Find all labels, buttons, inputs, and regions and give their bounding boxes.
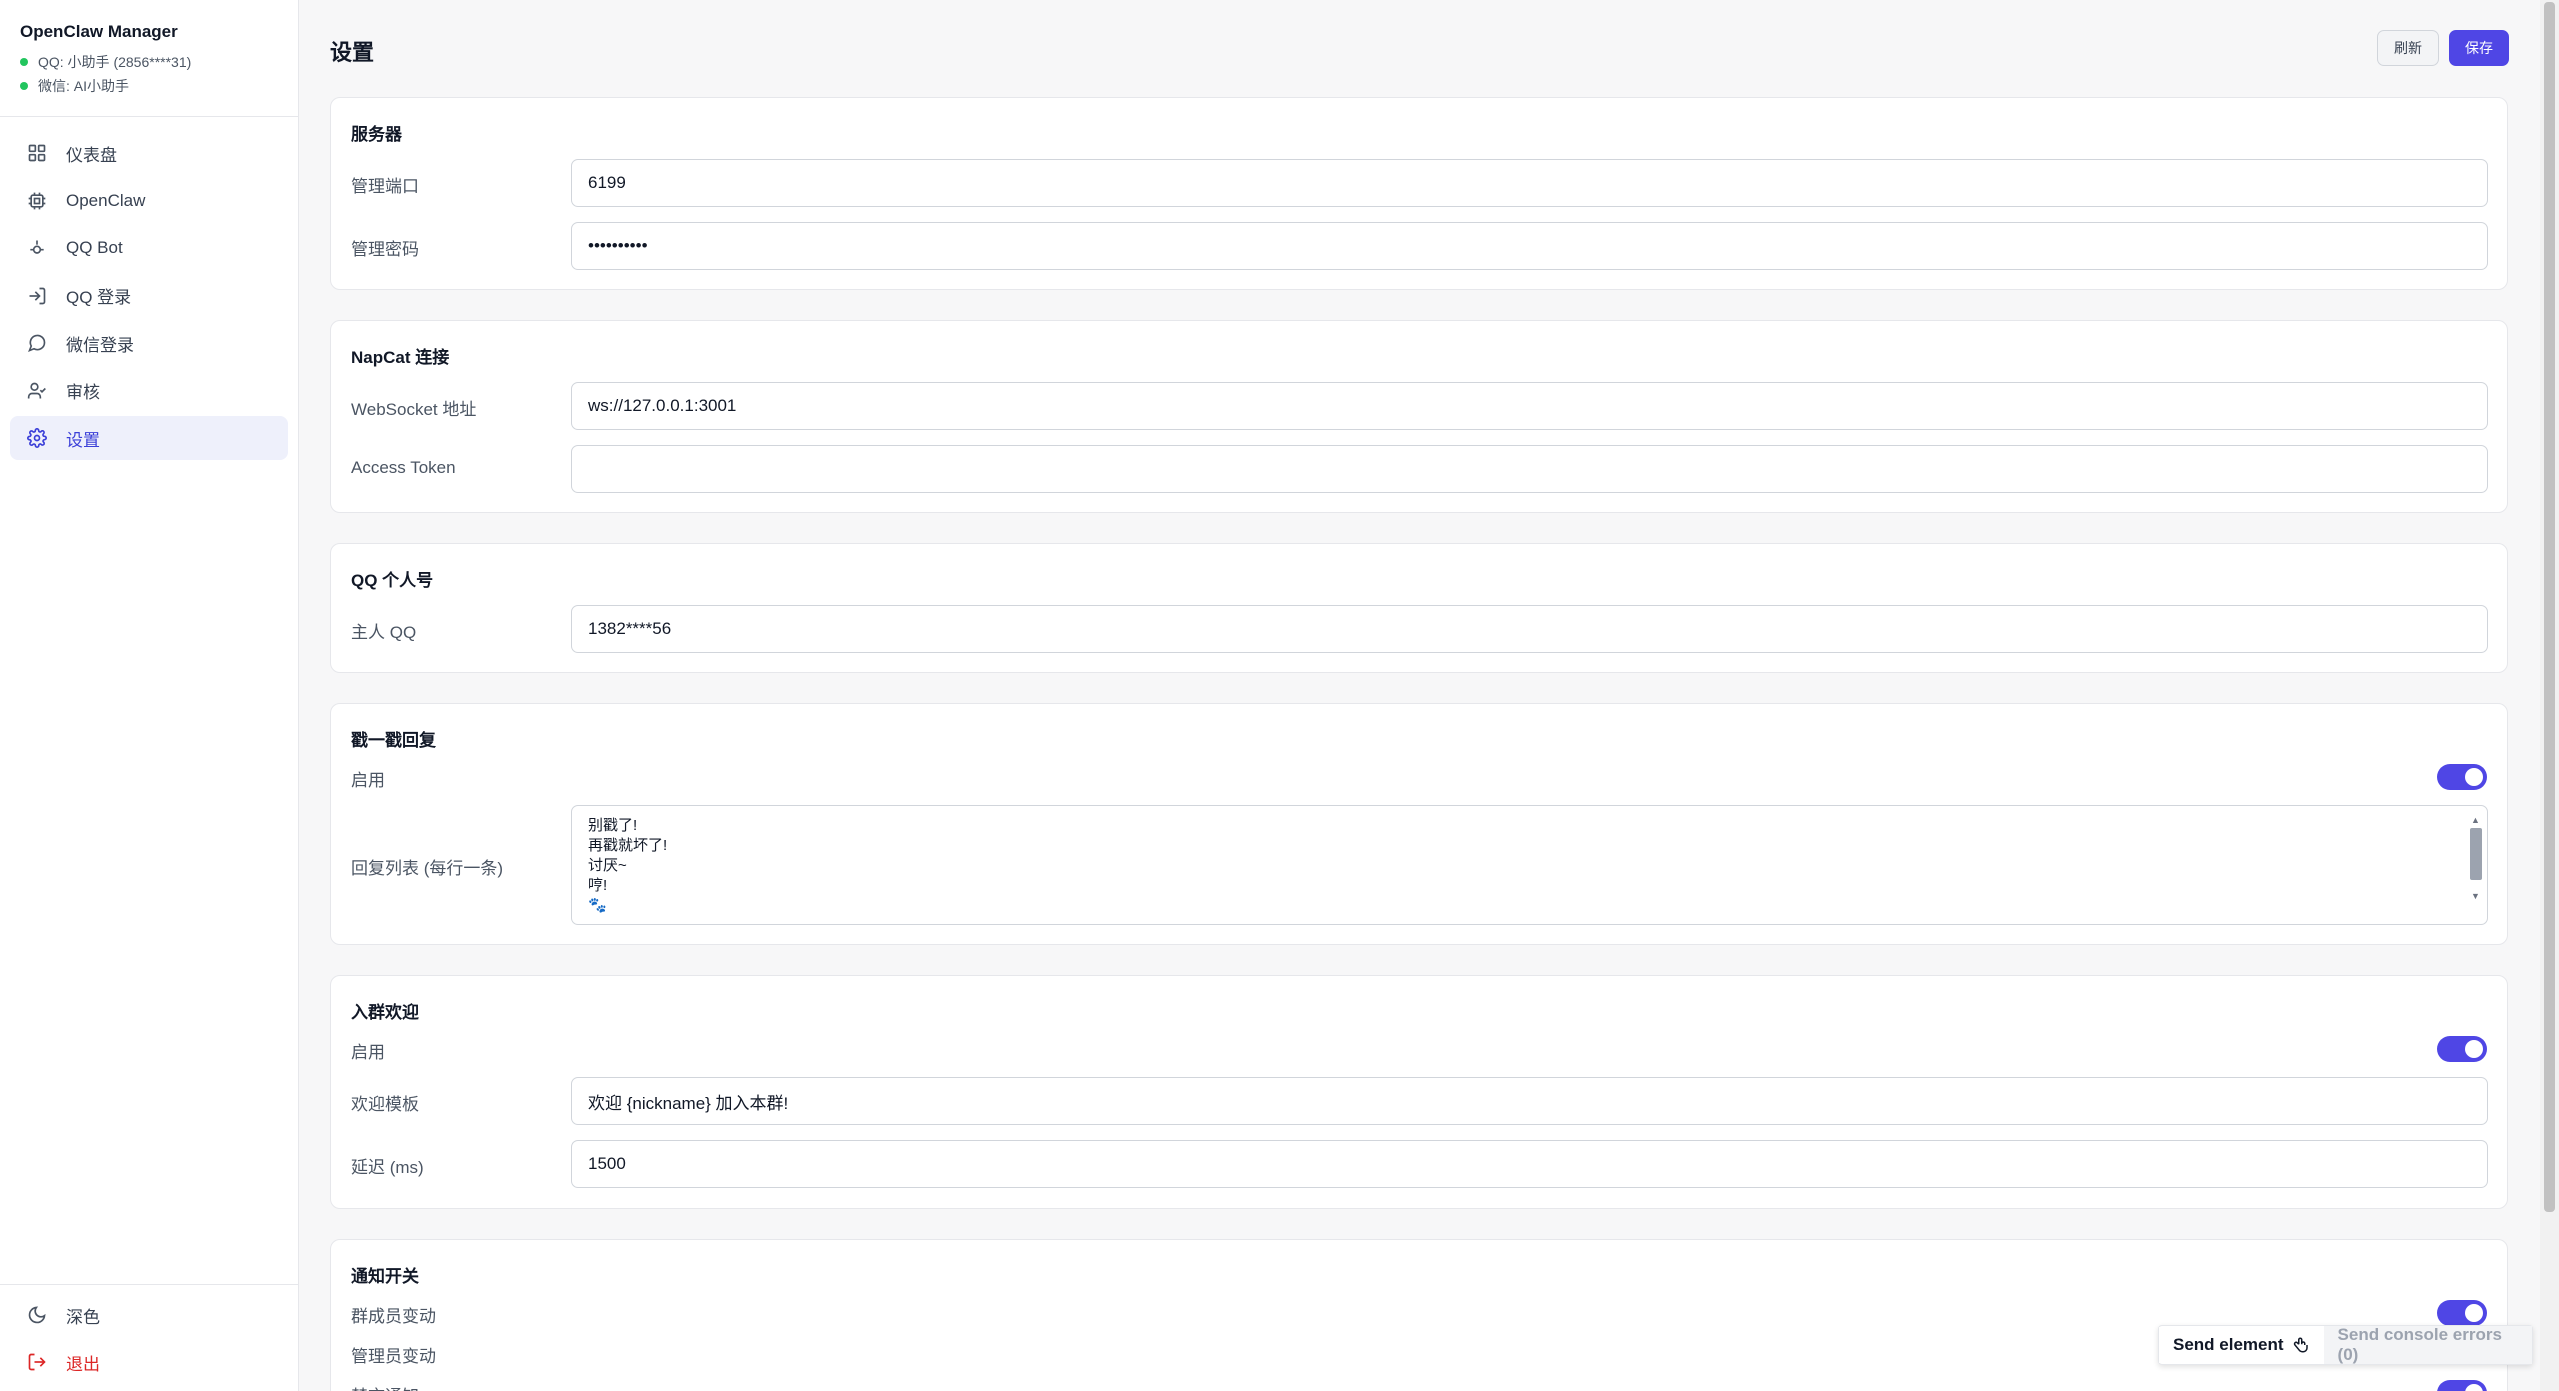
welcome-enable-toggle[interactable] xyxy=(2437,1036,2487,1062)
send-console-errors-button[interactable]: Send console errors (0) xyxy=(2323,1325,2532,1364)
sidebar: OpenClaw Manager QQ: 小助手 (2856****31) 微信… xyxy=(0,0,299,1391)
page-scrollbar[interactable] xyxy=(2540,0,2559,1391)
notify-card: 通知开关 群成员变动 管理员变动 禁言通知 xyxy=(330,1239,2508,1391)
qq-status: QQ: 小助手 (2856****31) xyxy=(20,50,278,74)
poke-reply-card: 戳一戳回复 启用 回复列表 (每行一条) 别戳了! 再戳就坏了! 讨厌~ 哼! … xyxy=(330,703,2508,945)
sidebar-item-dashboard[interactable]: 仪表盘 xyxy=(10,131,288,175)
login-icon xyxy=(26,285,48,307)
password-label: 管理密码 xyxy=(351,240,419,259)
port-input[interactable]: 6199 xyxy=(571,159,2488,207)
chat-icon xyxy=(26,332,48,354)
logout-button[interactable]: 退出 xyxy=(10,1340,289,1384)
poke-enable-label: 启用 xyxy=(351,771,385,790)
reply-list-label: 回复列表 (每行一条) xyxy=(351,859,504,878)
owner-qq-input[interactable]: 1382****56 xyxy=(571,605,2488,653)
delay-input[interactable]: 1500 xyxy=(571,1140,2488,1188)
scrollbar-thumb[interactable] xyxy=(2470,828,2482,880)
reply-line: 别戳了! xyxy=(588,817,638,834)
sidebar-footer: 深色 退出 xyxy=(0,1284,299,1391)
port-label: 管理端口 xyxy=(351,177,419,196)
member-change-toggle[interactable] xyxy=(2437,1300,2487,1326)
section-title: 服务器 xyxy=(351,125,402,144)
server-card: 服务器 管理端口 6199 管理密码 •••••••••• xyxy=(330,97,2508,290)
welcome-template-label: 欢迎模板 xyxy=(351,1095,419,1114)
gear-icon xyxy=(26,427,48,449)
sidebar-item-wechat-login[interactable]: 微信登录 xyxy=(10,321,288,365)
send-element-label: Send element xyxy=(2173,1335,2284,1354)
app-title: OpenClaw Manager xyxy=(20,22,178,41)
sidebar-item-label: 仪表盘 xyxy=(66,145,117,165)
napcat-card: NapCat 连接 WebSocket 地址 ws://127.0.0.1:30… xyxy=(330,320,2508,513)
main-content: 设置 刷新 保存 服务器 管理端口 6199 管理密码 •••••••••• N… xyxy=(300,0,2537,1391)
online-dot-icon xyxy=(20,82,28,90)
wechat-status-text: 微信: AI小助手 xyxy=(38,78,130,94)
moon-icon xyxy=(26,1304,48,1326)
member-change-label: 群成员变动 xyxy=(351,1307,436,1326)
qq-status-text: QQ: 小助手 (2856****31) xyxy=(38,54,192,70)
mute-notice-toggle[interactable] xyxy=(2437,1380,2487,1391)
sidebar-nav: 仪表盘 OpenClaw QQ Bot QQ 登录 微信登录 审核 设置 xyxy=(0,117,298,460)
welcome-card: 入群欢迎 启用 欢迎模板 欢迎 {nickname} 加入本群! 延迟 (ms)… xyxy=(330,975,2508,1209)
refresh-button[interactable]: 刷新 xyxy=(2377,30,2439,66)
logout-icon xyxy=(26,1351,48,1373)
save-button[interactable]: 保存 xyxy=(2449,30,2509,66)
section-title: QQ 个人号 xyxy=(351,571,434,590)
page-scrollbar-thumb[interactable] xyxy=(2544,2,2555,1212)
scroll-up-icon: ▲ xyxy=(2471,815,2480,825)
page-title: 设置 xyxy=(330,40,375,65)
devtools-toolbar: Send element Send console errors (0) xyxy=(2158,1325,2533,1365)
sidebar-item-openclaw[interactable]: OpenClaw xyxy=(10,179,288,223)
ws-label: WebSocket 地址 xyxy=(351,400,477,419)
cpu-icon xyxy=(26,190,48,212)
password-input[interactable]: •••••••••• xyxy=(571,222,2488,270)
scroll-down-icon: ▼ xyxy=(2471,891,2480,901)
grid-icon xyxy=(26,142,48,164)
reply-line: 再戳就坏了! xyxy=(588,837,668,854)
token-input[interactable] xyxy=(571,445,2488,493)
section-title: 戳一戳回复 xyxy=(351,731,436,750)
reply-list-textarea[interactable]: 别戳了! 再戳就坏了! 讨厌~ 哼! 🐾 ▲ ▼ xyxy=(571,805,2488,925)
logout-label: 退出 xyxy=(66,1354,100,1374)
poke-enable-toggle[interactable] xyxy=(2437,764,2487,790)
reply-line: 🐾 xyxy=(588,897,607,914)
theme-toggle[interactable]: 深色 xyxy=(10,1293,289,1337)
owner-qq-label: 主人 QQ xyxy=(351,623,417,642)
sidebar-item-qq-bot[interactable]: QQ Bot xyxy=(10,226,288,270)
mute-notice-label: 禁言通知 xyxy=(351,1382,419,1391)
token-label: Access Token xyxy=(351,458,456,477)
welcome-enable-label: 启用 xyxy=(351,1043,385,1062)
section-title: 通知开关 xyxy=(351,1267,419,1286)
brand-header: OpenClaw Manager QQ: 小助手 (2856****31) 微信… xyxy=(0,0,298,117)
wechat-status: 微信: AI小助手 xyxy=(20,74,278,98)
sidebar-item-label: 设置 xyxy=(66,430,100,450)
sidebar-item-label: OpenClaw xyxy=(66,190,146,210)
sidebar-item-qq-login[interactable]: QQ 登录 xyxy=(10,274,288,318)
reply-line: 哼! xyxy=(588,877,608,894)
online-dot-icon xyxy=(20,58,28,66)
delay-label: 延迟 (ms) xyxy=(351,1158,424,1177)
user-check-icon xyxy=(26,380,48,402)
welcome-template-input[interactable]: 欢迎 {nickname} 加入本群! xyxy=(571,1077,2488,1125)
theme-label: 深色 xyxy=(66,1307,100,1327)
section-title: 入群欢迎 xyxy=(351,1003,419,1022)
sidebar-item-settings[interactable]: 设置 xyxy=(10,416,288,460)
pointer-icon xyxy=(2292,1336,2310,1354)
ws-input[interactable]: ws://127.0.0.1:3001 xyxy=(571,382,2488,430)
sidebar-item-label: QQ 登录 xyxy=(66,288,132,307)
sidebar-item-label: 微信登录 xyxy=(66,335,134,355)
send-element-button[interactable]: Send element xyxy=(2159,1327,2324,1363)
sidebar-item-label: 审核 xyxy=(66,383,100,402)
bot-icon xyxy=(26,237,48,259)
textarea-scrollbar[interactable]: ▲ ▼ xyxy=(2467,808,2485,922)
sidebar-item-label: QQ Bot xyxy=(66,238,123,257)
qq-personal-card: QQ 个人号 主人 QQ 1382****56 xyxy=(330,543,2508,673)
admin-change-label: 管理员变动 xyxy=(351,1347,436,1366)
section-title: NapCat 连接 xyxy=(351,348,450,367)
sidebar-item-review[interactable]: 审核 xyxy=(10,369,288,413)
reply-line: 讨厌~ xyxy=(588,857,627,874)
